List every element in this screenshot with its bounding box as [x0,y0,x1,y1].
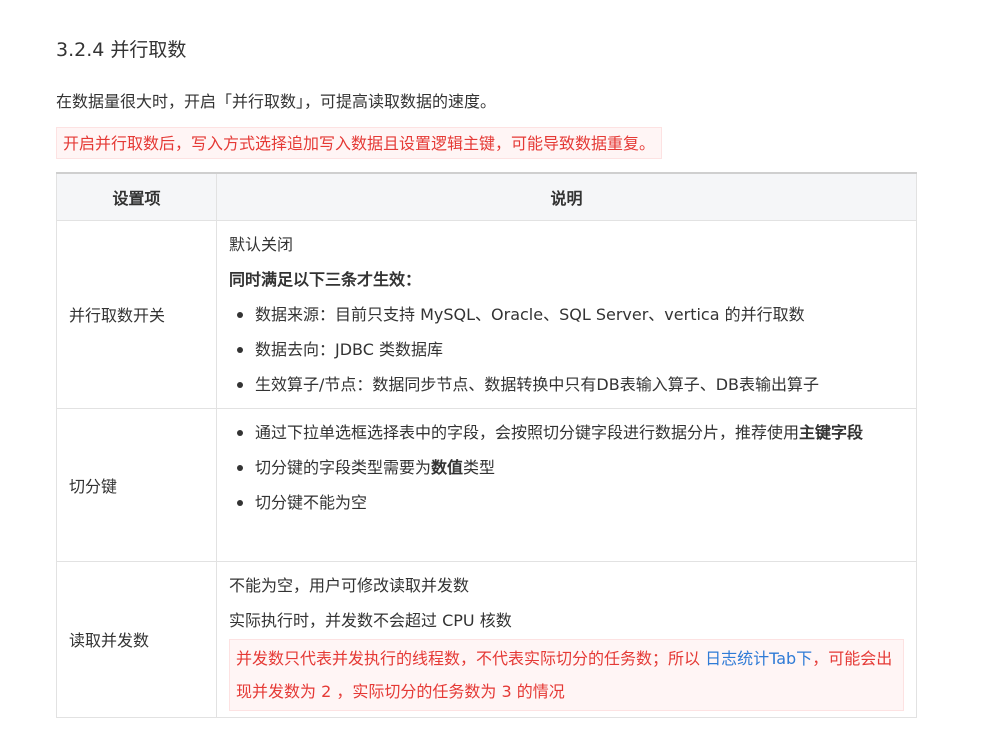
warning-note: 开启并行取数后，写入方式选择追加写入数据且设置逻辑主键，可能导致数据重复。 [56,127,663,159]
setting-name: 读取并发数 [56,560,217,718]
log-stats-tab-link[interactable]: 日志统计Tab下 [705,649,812,668]
setting-name: 切分键 [56,407,217,562]
concurrency-warning: 并发数只代表并发执行的线程数，不代表实际切分的任务数；所以 日志统计Tab下，可… [229,638,904,711]
list-item: 数据去向：JDBC 类数据库 [237,332,904,367]
table-row: 并行取数开关 默认关闭 同时满足以下三条才生效： 数据来源：目前只支持 MySQ… [56,219,917,409]
setting-description: 通过下拉单选框选择表中的字段，会按照切分键字段进行数据分片，推荐使用主键字段 切… [216,407,917,562]
section-title: 3.2.4 并行取数 [56,39,187,61]
list-item: 通过下拉单选框选择表中的字段，会按照切分键字段进行数据分片，推荐使用主键字段 [237,415,904,450]
table-row: 切分键 通过下拉单选框选择表中的字段，会按照切分键字段进行数据分片，推荐使用主键… [56,407,917,562]
warning-text: 并发数只代表并发执行的线程数，不代表实际切分的任务数；所以 [236,648,706,668]
default-text: 默认关闭 [229,234,294,254]
setting-description: 不能为空，用户可修改读取并发数 实际执行时，并发数不会超过 CPU 核数 并发数… [216,560,917,718]
list-item-text: 通过下拉单选框选择表中的字段，会按照切分键字段进行数据分片，推荐使用 [255,422,800,442]
list-item: 切分键不能为空 [237,485,904,520]
description-line: 实际执行时，并发数不会超过 CPU 核数 [229,610,512,630]
description-line: 不能为空，用户可修改读取并发数 [229,575,470,595]
header-description: 说明 [216,172,917,221]
header-setting-item: 设置项 [56,172,217,221]
settings-table: 设置项 说明 并行取数开关 默认关闭 同时满足以下三条才生效： 数据来源：目前只… [56,172,917,718]
condition-list: 数据来源：目前只支持 MySQL、Oracle、SQL Server、verti… [229,297,904,402]
split-key-list: 通过下拉单选框选择表中的字段，会按照切分键字段进行数据分片，推荐使用主键字段 切… [229,415,904,520]
setting-name: 并行取数开关 [56,219,217,409]
condition-heading: 同时满足以下三条才生效： [229,269,422,289]
emphasis-text: 主键字段 [799,422,864,442]
list-item: 生效算子/节点：数据同步节点、数据转换中只有DB表输入算子、DB表输出算子 [237,367,904,402]
table-header-row: 设置项 说明 [56,172,917,221]
list-item: 数据来源：目前只支持 MySQL、Oracle、SQL Server、verti… [237,297,904,332]
list-item: 切分键的字段类型需要为数值类型 [237,450,904,485]
emphasis-text: 数值 [431,457,464,477]
list-item-text: 类型 [463,457,496,477]
list-item-text: 切分键的字段类型需要为 [255,457,432,477]
table-row: 读取并发数 不能为空，用户可修改读取并发数 实际执行时，并发数不会超过 CPU … [56,560,917,718]
setting-description: 默认关闭 同时满足以下三条才生效： 数据来源：目前只支持 MySQL、Oracl… [216,219,917,409]
intro-text: 在数据量很大时，开启「并行取数」，可提高读取数据的速度。 [56,92,497,111]
